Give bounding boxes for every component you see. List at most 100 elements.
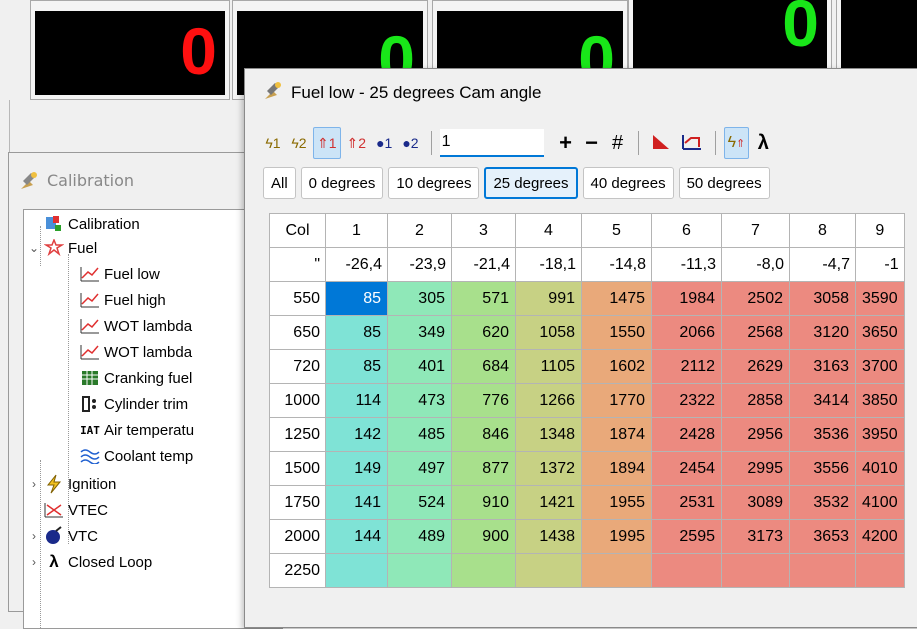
fuel-cell[interactable]: 877 (451, 451, 516, 486)
chevron-right-icon[interactable]: › (28, 477, 40, 491)
fuel-cell[interactable]: 620 (451, 315, 516, 350)
lambda-button[interactable]: λ (751, 127, 775, 159)
fuel-cell[interactable]: 2956 (721, 417, 790, 452)
fuel-cell[interactable]: 1894 (581, 451, 652, 486)
fuel-cell[interactable]: 2502 (721, 281, 790, 316)
fuel-cell[interactable]: 489 (387, 519, 452, 554)
fuel-cell[interactable]: 776 (451, 383, 516, 418)
fuel-cell[interactable]: 2568 (721, 315, 790, 350)
injector-1-button[interactable]: ϟ1 (261, 127, 285, 159)
fuel-cell[interactable]: 1105 (515, 349, 582, 384)
chevron-right-icon[interactable]: › (28, 555, 40, 569)
fuel-cell[interactable]: 2629 (721, 349, 790, 384)
column-header[interactable]: 1 (325, 213, 388, 248)
fuel-cell[interactable]: 305 (387, 281, 452, 316)
tree-item-coolant-temp[interactable]: Coolant temp (80, 444, 193, 468)
fuel-cell[interactable]: 4100 (855, 485, 905, 520)
tree-item-vtec[interactable]: VTEC (28, 498, 108, 522)
fuel-cell[interactable]: 1995 (581, 519, 652, 554)
fuel-cell[interactable] (721, 553, 790, 588)
cam-angle-cell[interactable]: -23,9 (387, 247, 452, 282)
fuel-cell[interactable]: 4010 (855, 451, 905, 486)
fuel-table[interactable]: Col 123456789 " -26,4 -23,9 -21,4 -18,1 -14,… (269, 213, 905, 588)
fuel-cell[interactable]: 349 (387, 315, 452, 350)
fuel-cell[interactable]: 3089 (721, 485, 790, 520)
cam-1-button[interactable]: ●1 (372, 127, 396, 159)
fuel-cell[interactable] (855, 553, 905, 588)
fuel-cell[interactable]: 2454 (651, 451, 722, 486)
fuel-cell[interactable]: 485 (387, 417, 452, 452)
fuel-cell[interactable]: 114 (325, 383, 388, 418)
tree-item-cylinder-trim[interactable]: Cylinder trim (80, 392, 188, 416)
fuel-cell[interactable]: 3163 (789, 349, 856, 384)
fuel-cell[interactable] (515, 553, 582, 588)
column-header[interactable]: 8 (789, 213, 856, 248)
fuel-cell[interactable]: 85 (325, 281, 388, 316)
fuel-cell[interactable] (325, 553, 388, 588)
filter-all-button[interactable]: All (263, 167, 296, 199)
fuel-cell[interactable]: 3556 (789, 451, 856, 486)
fuel-cell[interactable]: 3532 (789, 485, 856, 520)
fuel-cell[interactable]: 3173 (721, 519, 790, 554)
fuel-cell[interactable]: 1266 (515, 383, 582, 418)
interpolate-button[interactable] (647, 127, 675, 159)
column-header[interactable]: 6 (651, 213, 722, 248)
cam-angle-cell[interactable]: -21,4 (451, 247, 516, 282)
fuel-cell[interactable] (789, 553, 856, 588)
fuel-cell[interactable] (387, 553, 452, 588)
filter-50-degrees-button[interactable]: 50 degrees (678, 167, 770, 199)
fuel-cell[interactable]: 991 (515, 281, 582, 316)
tree-item-calibration[interactable]: Calibration (28, 212, 140, 236)
fuel-cell[interactable]: 3536 (789, 417, 856, 452)
cam-angle-cell[interactable]: -14,8 (581, 247, 652, 282)
fuel-cell[interactable]: 846 (451, 417, 516, 452)
fuel-cell[interactable]: 1874 (581, 417, 652, 452)
fuel-cell[interactable]: 1438 (515, 519, 582, 554)
fuel-cell[interactable]: 1955 (581, 485, 652, 520)
rpm-row-header[interactable]: 1750 (269, 485, 326, 520)
fuel-cell[interactable]: 2428 (651, 417, 722, 452)
fuel-cell[interactable]: 3414 (789, 383, 856, 418)
filter-0-degrees-button[interactable]: 0 degrees (300, 167, 384, 199)
smooth-button[interactable] (677, 127, 707, 159)
cam-angle-cell[interactable]: -11,3 (651, 247, 722, 282)
tree-item-vtc[interactable]: › VTC (28, 524, 98, 548)
map-1-button[interactable]: ⇑1 (313, 127, 341, 159)
column-header[interactable]: 7 (721, 213, 790, 248)
fuel-cell[interactable]: 401 (387, 349, 452, 384)
fuel-cell[interactable] (451, 553, 516, 588)
fuel-cell[interactable]: 684 (451, 349, 516, 384)
cam-angle-cell[interactable]: -26,4 (325, 247, 388, 282)
fuel-cell[interactable]: 2595 (651, 519, 722, 554)
tree-item-ignition[interactable]: › Ignition (28, 472, 116, 496)
tree-item-fuel-high[interactable]: Fuel high (80, 288, 166, 312)
calibration-titlebar[interactable]: Calibration (9, 153, 253, 211)
fuel-cell[interactable]: 144 (325, 519, 388, 554)
fuel-cell[interactable]: 3058 (789, 281, 856, 316)
rpm-row-header[interactable]: 2000 (269, 519, 326, 554)
rpm-row-header[interactable]: 650 (269, 315, 326, 350)
fuel-cell[interactable]: 1058 (515, 315, 582, 350)
calibration-window[interactable]: Calibration Calibration ⌄ Fuel Fuel low (8, 152, 283, 629)
tree-item-air-temperature[interactable]: IAT Air temperatu (80, 418, 194, 442)
filter-40-degrees-button[interactable]: 40 degrees (582, 167, 674, 199)
tree-item-closed-loop[interactable]: › λ Closed Loop (28, 550, 152, 574)
fuel-cell[interactable] (651, 553, 722, 588)
view-toggle-button[interactable]: ϟ⇑ (723, 127, 750, 159)
column-header[interactable]: 5 (581, 213, 652, 248)
fuel-cell[interactable]: 3850 (855, 383, 905, 418)
fuel-cell[interactable]: 142 (325, 417, 388, 452)
tree-item-fuel-low[interactable]: Fuel low (80, 262, 160, 286)
fuel-cell[interactable]: 497 (387, 451, 452, 486)
fuel-cell[interactable]: 2112 (651, 349, 722, 384)
fuel-cell[interactable]: 910 (451, 485, 516, 520)
tree-item-wot-lambda-1[interactable]: WOT lambda (80, 314, 192, 338)
tree-item-wot-lambda-2[interactable]: WOT lambda (80, 340, 192, 364)
fuel-cell[interactable]: 2066 (651, 315, 722, 350)
rpm-row-header[interactable]: 2250 (269, 553, 326, 588)
fuel-table-body[interactable]: 550 85 305 571 991 1475 1984 2502 3058 3590 650 85 3… (269, 281, 905, 588)
value-input[interactable] (439, 129, 544, 157)
fuel-cell[interactable]: 4200 (855, 519, 905, 554)
rpm-row-header[interactable]: 1000 (269, 383, 326, 418)
fuel-cell[interactable]: 2858 (721, 383, 790, 418)
